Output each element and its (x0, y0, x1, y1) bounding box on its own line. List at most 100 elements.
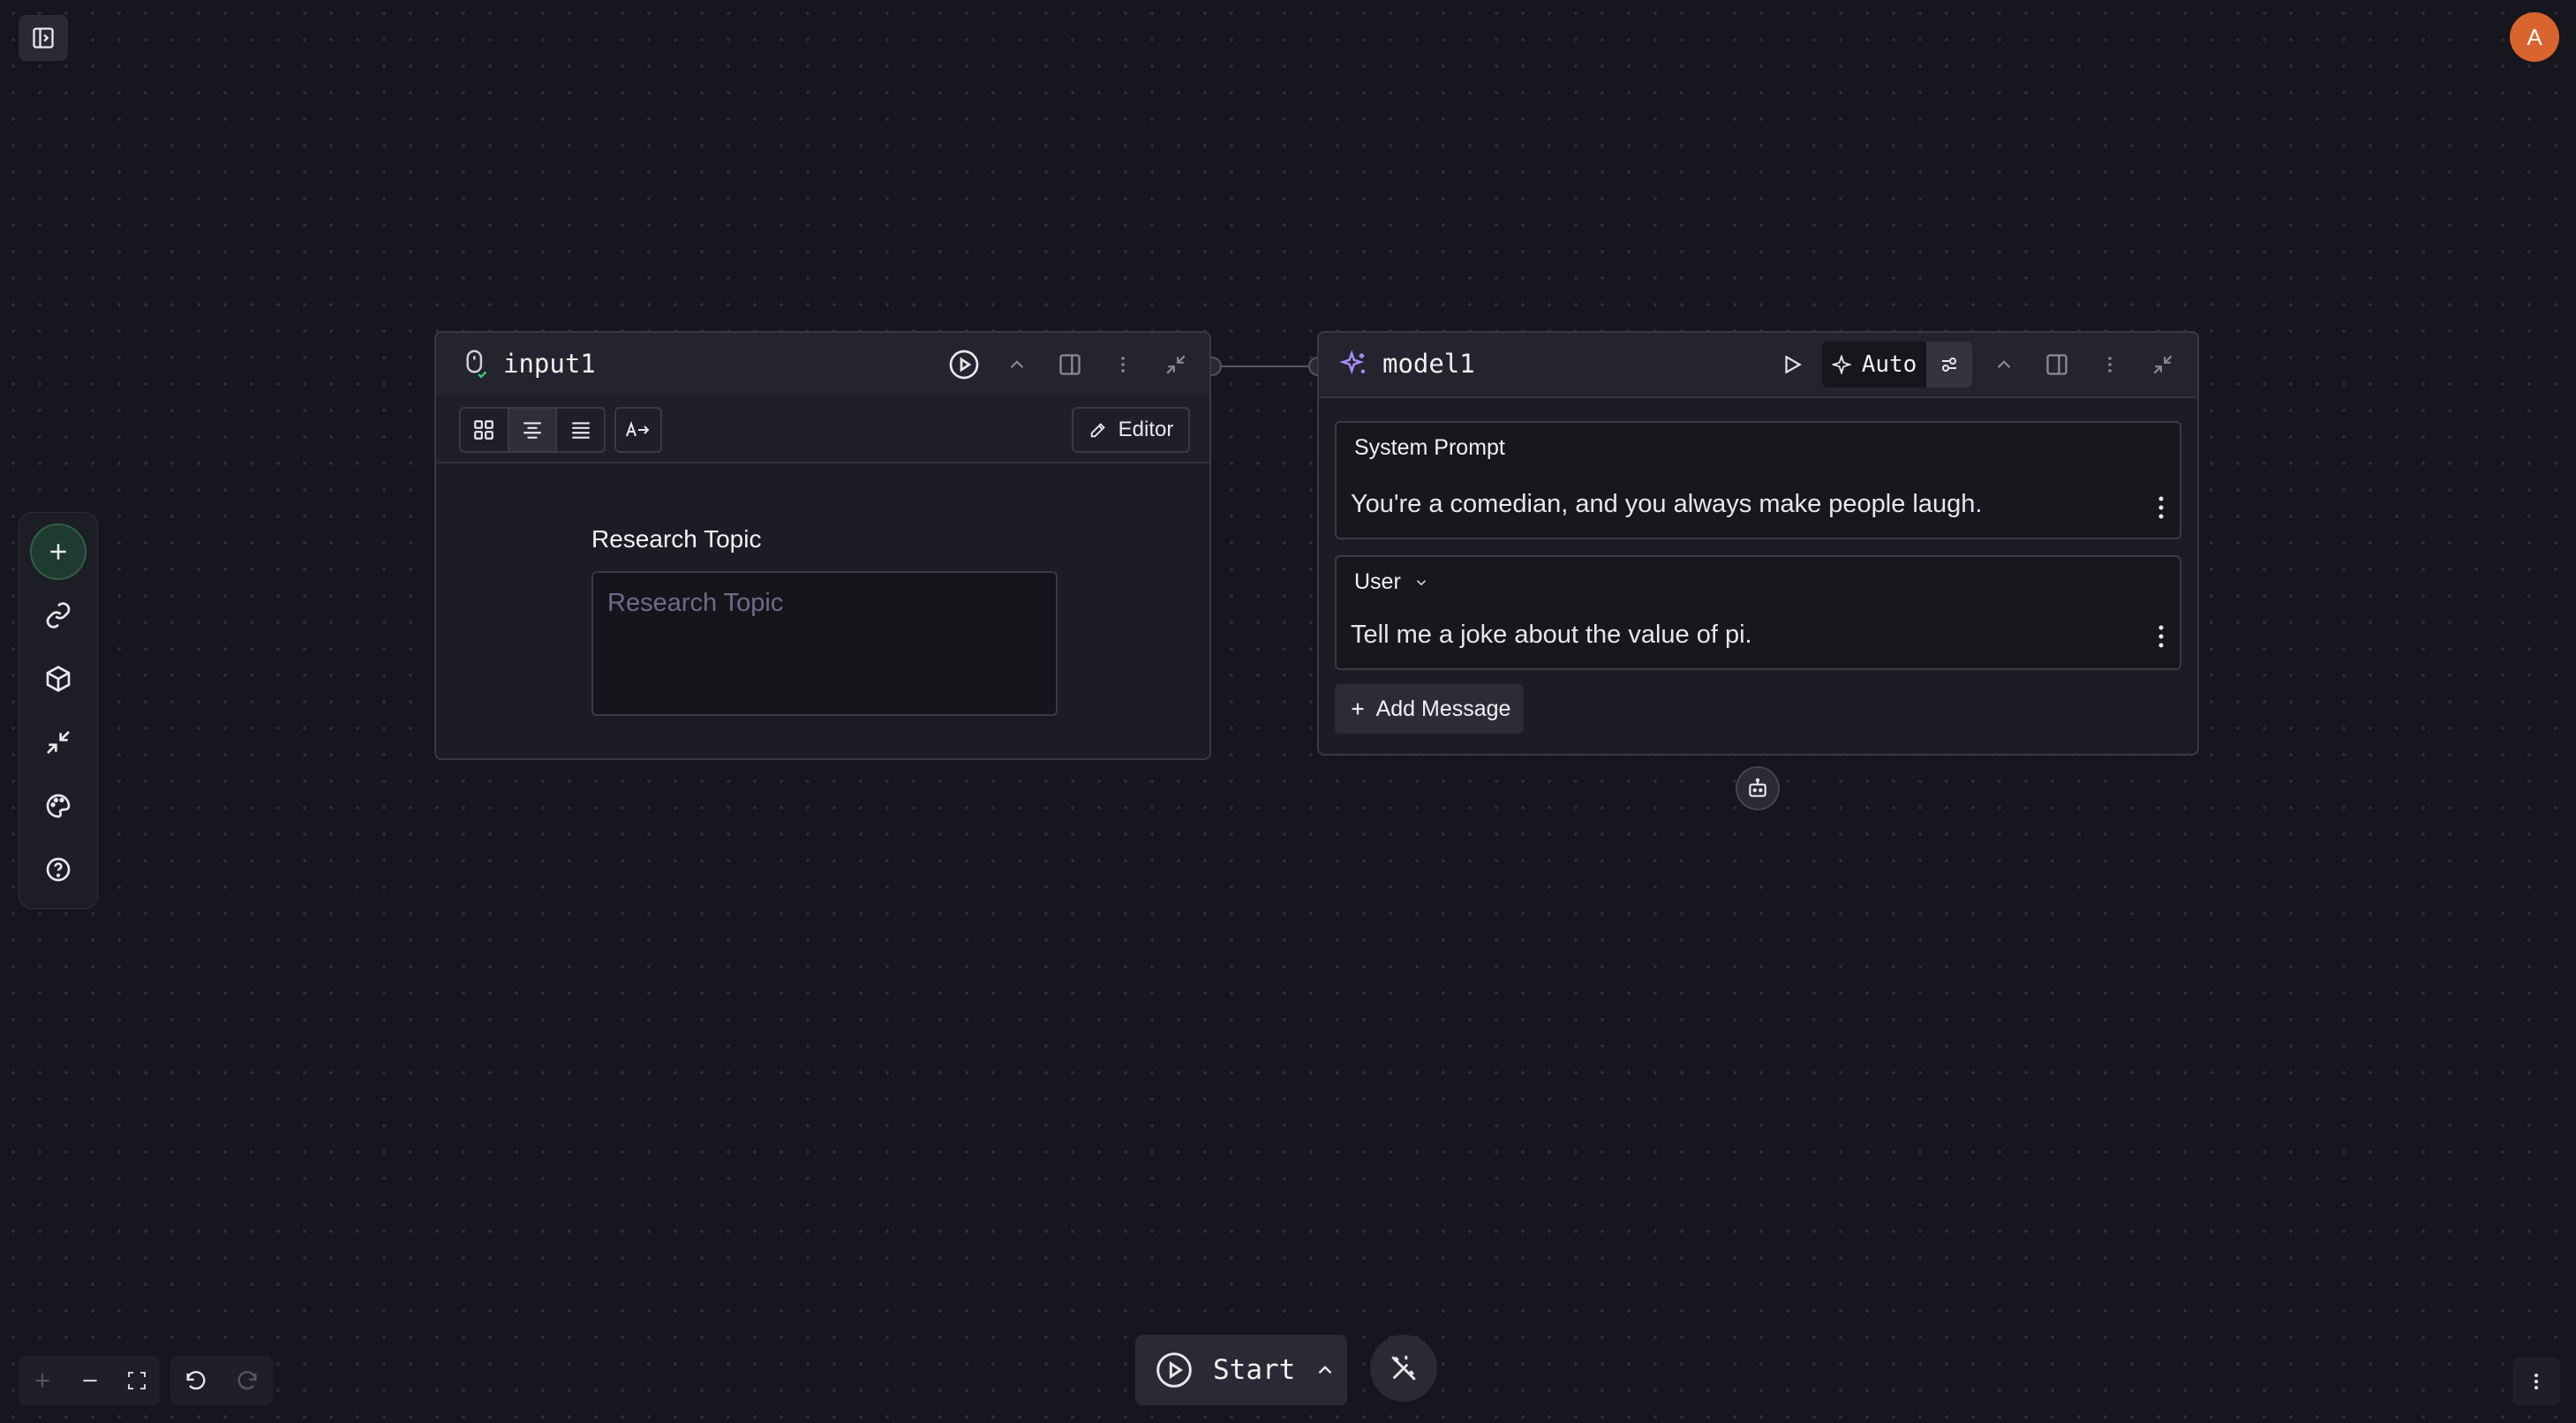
grid-icon (474, 420, 494, 440)
minimize-icon (2153, 355, 2173, 374)
input-icon (457, 347, 493, 382)
more-options-button[interactable] (2092, 347, 2128, 382)
panel-icon (1059, 354, 1081, 375)
chevron-up-icon (1319, 1366, 1332, 1374)
more-vertical-icon (2535, 1374, 2538, 1389)
node-title: model1 (1382, 349, 1475, 379)
more-vertical-icon (2158, 625, 2164, 648)
panel-toggle-button[interactable] (2039, 347, 2075, 382)
agent-handle[interactable] (1736, 766, 1780, 810)
play-circle-icon (949, 350, 979, 380)
undo-icon (186, 1371, 206, 1390)
play-icon (1785, 355, 1802, 374)
plus-icon (1352, 703, 1363, 715)
panel-icon (2046, 354, 2068, 375)
collapse-all-button[interactable] (30, 714, 87, 771)
components-button[interactable] (30, 651, 87, 707)
collapse-node-button[interactable] (1986, 347, 2022, 382)
sliders-icon (1942, 358, 1956, 372)
message-role: User (1354, 569, 1401, 594)
grid-layout-button[interactable] (461, 409, 509, 451)
undo-button[interactable] (184, 1368, 208, 1393)
align-center-icon (523, 422, 541, 439)
message-text[interactable]: Tell me a joke about the value of pi. (1351, 621, 1752, 650)
collapse-node-button[interactable] (999, 347, 1035, 382)
editor-button[interactable]: Editor (1072, 407, 1190, 453)
run-node-button[interactable] (1774, 347, 1810, 382)
chevron-up-icon (1010, 360, 1024, 369)
start-button[interactable]: Start (1135, 1351, 1304, 1389)
help-icon (46, 857, 71, 882)
connection-edge (1211, 357, 1319, 376)
minimize-node-button[interactable] (2145, 347, 2181, 382)
chevron-down-icon (1416, 579, 1426, 585)
text-transform-button[interactable] (614, 407, 662, 453)
redo-icon (237, 1371, 257, 1390)
minimize-node-button[interactable] (1158, 347, 1194, 382)
palette-icon (46, 794, 71, 818)
zoom-in-button[interactable] (31, 1369, 54, 1392)
fit-view-button[interactable] (126, 1370, 147, 1391)
cube-icon (46, 666, 71, 692)
message-options-button[interactable] (2148, 490, 2174, 525)
input-node[interactable]: input1 Editor Research Topic Research To… (434, 331, 1211, 760)
run-controls: Start (1135, 1335, 1347, 1405)
more-menu-button[interactable] (2512, 1358, 2560, 1405)
more-vertical-icon (2108, 357, 2112, 373)
add-message-button[interactable]: Add Message (1335, 684, 1524, 734)
user-message[interactable]: User Tell me a joke about the value of p… (1335, 555, 2181, 670)
link-icon (46, 602, 71, 629)
link-button[interactable] (30, 587, 87, 644)
magic-wand-icon (1391, 1355, 1416, 1381)
minimize-icon (1166, 355, 1186, 374)
zoom-out-button[interactable] (79, 1369, 102, 1392)
plus-icon (35, 1374, 49, 1388)
pencil-icon (1090, 423, 1105, 438)
input-node-header[interactable]: input1 (436, 333, 1209, 398)
start-label: Start (1213, 1354, 1296, 1386)
theme-button[interactable] (30, 778, 87, 834)
center-align-button[interactable] (508, 409, 558, 451)
more-options-button[interactable] (1105, 347, 1141, 382)
more-vertical-icon (1121, 357, 1125, 373)
fit-view-icon (128, 1372, 146, 1389)
model-node[interactable]: model1 Auto System Prompt You're a comed… (1317, 331, 2199, 756)
layout-toggle-group (459, 407, 606, 453)
system-prompt-message[interactable]: System Prompt You're a comedian, and you… (1335, 421, 2181, 539)
zoom-controls (19, 1356, 160, 1405)
chevron-up-icon (1997, 360, 2011, 369)
role-selector[interactable]: User (1354, 569, 1429, 595)
model-node-header[interactable]: model1 Auto (1319, 333, 2197, 398)
left-toolbar (19, 512, 98, 909)
align-justify-icon (571, 422, 590, 439)
redo-button[interactable] (235, 1368, 260, 1393)
run-node-button[interactable] (946, 347, 982, 382)
sidebar-toggle-button[interactable] (19, 15, 68, 61)
text-transform-icon (626, 421, 650, 437)
more-vertical-icon (2158, 496, 2164, 519)
sparkle-icon (1831, 355, 1851, 374)
sparkle-icon (1337, 347, 1372, 382)
robot-icon (1749, 778, 1766, 797)
mode-label: Auto (1861, 351, 1917, 378)
auto-mode-button[interactable]: Auto (1822, 342, 1926, 388)
sidebar-toggle-icon (33, 27, 54, 49)
avatar[interactable]: A (2510, 12, 2559, 62)
input-node-toolbar: Editor (436, 396, 1209, 463)
message-role: System Prompt (1354, 435, 1505, 460)
minus-icon (83, 1379, 97, 1382)
add-message-label: Add Message (1375, 696, 1511, 721)
research-topic-input[interactable] (591, 571, 1058, 716)
model-mode-group: Auto (1822, 342, 1972, 388)
panel-toggle-button[interactable] (1052, 347, 1088, 382)
magic-button[interactable] (1370, 1335, 1437, 1402)
add-node-button[interactable] (30, 523, 87, 580)
play-circle-icon (1156, 1352, 1192, 1388)
message-text[interactable]: You're a comedian, and you always make p… (1351, 490, 1982, 519)
justify-button[interactable] (557, 409, 604, 451)
field-label: Research Topic (591, 525, 762, 553)
model-settings-button[interactable] (1926, 342, 1972, 388)
help-button[interactable] (30, 841, 87, 898)
message-options-button[interactable] (2148, 619, 2174, 654)
start-options-button[interactable] (1304, 1335, 1347, 1405)
